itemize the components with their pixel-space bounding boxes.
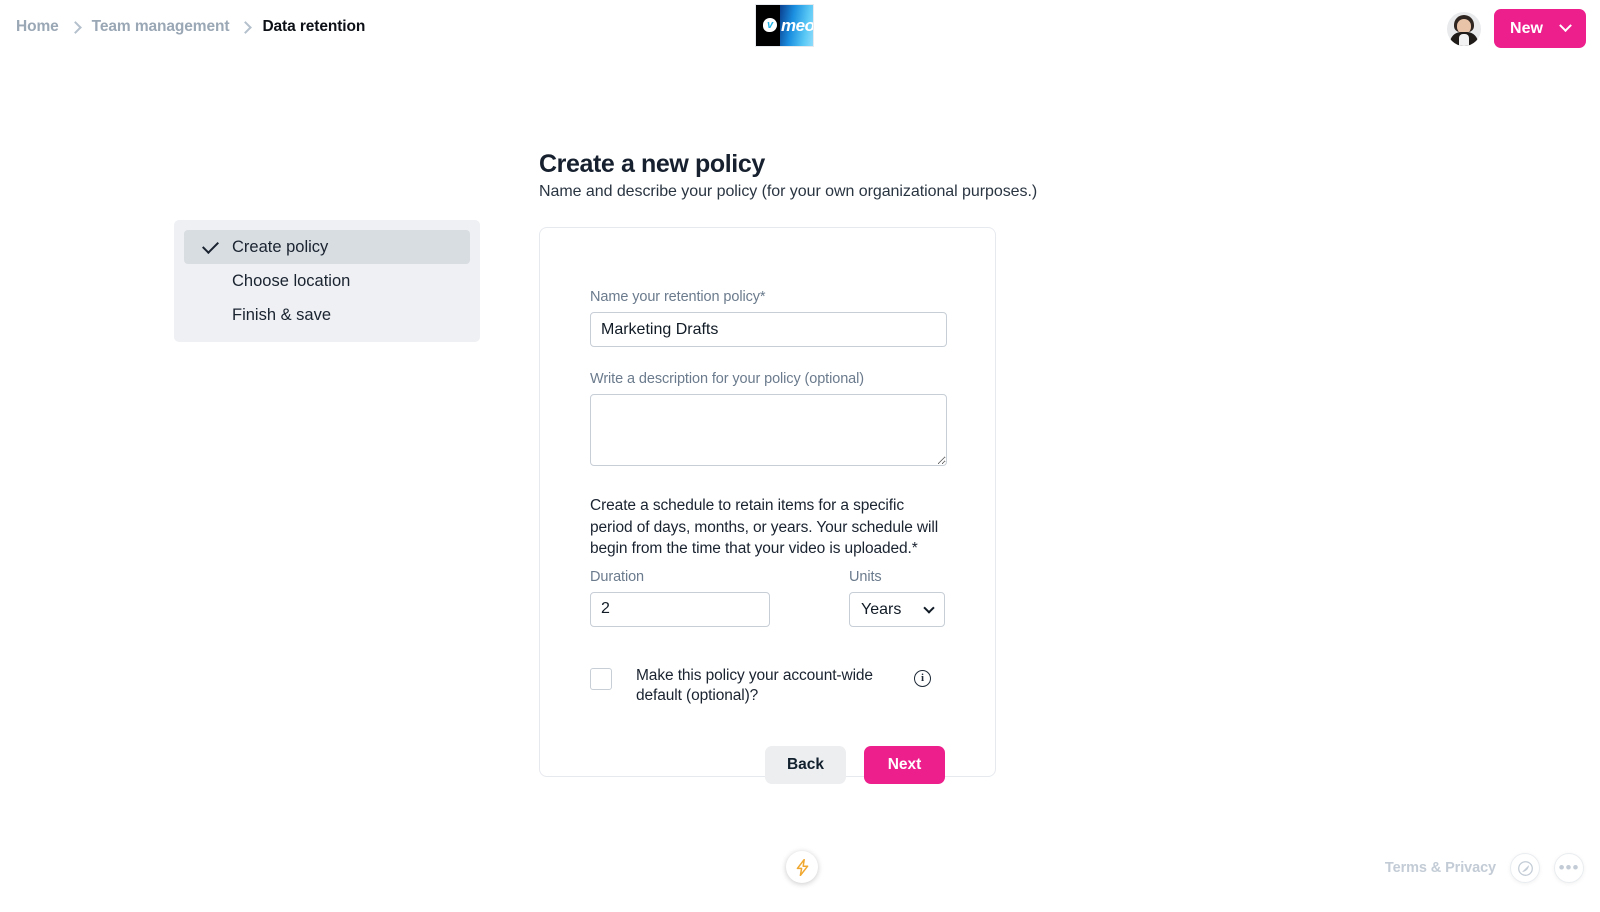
policy-name-input[interactable]: [590, 312, 947, 347]
description-field-group: Write a description for your policy (opt…: [590, 371, 947, 471]
duration-input[interactable]: [590, 591, 770, 627]
step-label: Create policy: [232, 237, 329, 256]
units-select[interactable]: DaysMonthsYears: [849, 591, 945, 627]
more-options-button[interactable]: •••: [1554, 853, 1584, 883]
page-title: Create a new policy: [539, 150, 765, 178]
logo-mark-panel: v: [756, 5, 780, 46]
wizard-steps: Create policy Choose location Finish & s…: [174, 220, 480, 342]
units-field-group: Units DaysMonthsYears: [849, 569, 945, 627]
ellipsis-icon: •••: [1558, 858, 1580, 877]
form-actions: Back Next: [590, 745, 945, 784]
breadcrumb-item-team-management[interactable]: Team management: [92, 18, 230, 36]
account-default-row: Make this policy your account-wide defau…: [590, 666, 945, 706]
step-create-policy[interactable]: Create policy: [184, 230, 470, 264]
name-field-label: Name your retention policy*: [590, 289, 766, 305]
new-button-label: New: [1510, 19, 1543, 37]
back-button[interactable]: Back: [764, 745, 846, 784]
schedule-description: Create a schedule to retain items for a …: [590, 497, 939, 557]
next-button[interactable]: Next: [864, 745, 945, 784]
chevron-right-icon: [239, 20, 253, 34]
check-icon: [202, 237, 219, 254]
info-icon[interactable]: i: [914, 669, 931, 687]
avatar-shirt: [1459, 33, 1469, 46]
footer-actions: Terms & Privacy •••: [1385, 853, 1584, 883]
policy-form: Name your retention policy* Write a desc…: [540, 228, 995, 784]
app-logo[interactable]: v meo: [755, 4, 814, 47]
chevron-right-icon: [68, 20, 82, 34]
page-header: Create a new policy Name and describe yo…: [539, 150, 1159, 201]
duration-field-group: Duration: [590, 569, 849, 627]
units-select-wrapper: DaysMonthsYears: [849, 591, 945, 627]
top-bar: Home Team management Data retention v me…: [0, 0, 1600, 58]
account-default-checkbox[interactable]: [590, 667, 612, 690]
duration-units-row: Duration Units DaysMonthsYears: [590, 569, 945, 627]
name-field-group: Name your retention policy*: [590, 289, 947, 347]
breadcrumb-item-home[interactable]: Home: [16, 18, 59, 36]
breadcrumb-item-data-retention: Data retention: [262, 18, 366, 35]
contrast-icon: [1517, 860, 1533, 876]
accessibility-contrast-button[interactable]: [1510, 853, 1540, 883]
lightning-badge-button[interactable]: [786, 851, 818, 883]
account-default-label: Make this policy your account-wide defau…: [636, 666, 873, 704]
step-finish-save[interactable]: Finish & save: [184, 298, 470, 332]
logo-v-icon: v: [763, 18, 777, 32]
top-bar-actions: New: [1447, 9, 1586, 48]
policy-form-card: Name your retention policy* Write a desc…: [539, 227, 996, 784]
lightning-bolt-icon: [796, 858, 808, 876]
duration-label: Duration: [590, 568, 645, 585]
chevron-down-icon: [1559, 19, 1572, 33]
breadcrumb: Home Team management Data retention: [16, 18, 365, 36]
step-label: Finish & save: [232, 305, 332, 324]
terms-privacy-link[interactable]: Terms & Privacy: [1385, 860, 1496, 876]
step-choose-location[interactable]: Choose location: [184, 264, 470, 298]
avatar[interactable]: [1447, 11, 1481, 46]
logo-wordmark: meo: [780, 5, 813, 46]
step-label: Choose location: [232, 271, 351, 290]
description-field-label: Write a description for your policy (opt…: [590, 371, 864, 387]
units-label: Units: [849, 568, 882, 585]
policy-description-textarea[interactable]: [590, 394, 947, 466]
page-subtitle: Name and describe your policy (for your …: [539, 183, 1038, 200]
new-button[interactable]: New: [1494, 9, 1586, 48]
